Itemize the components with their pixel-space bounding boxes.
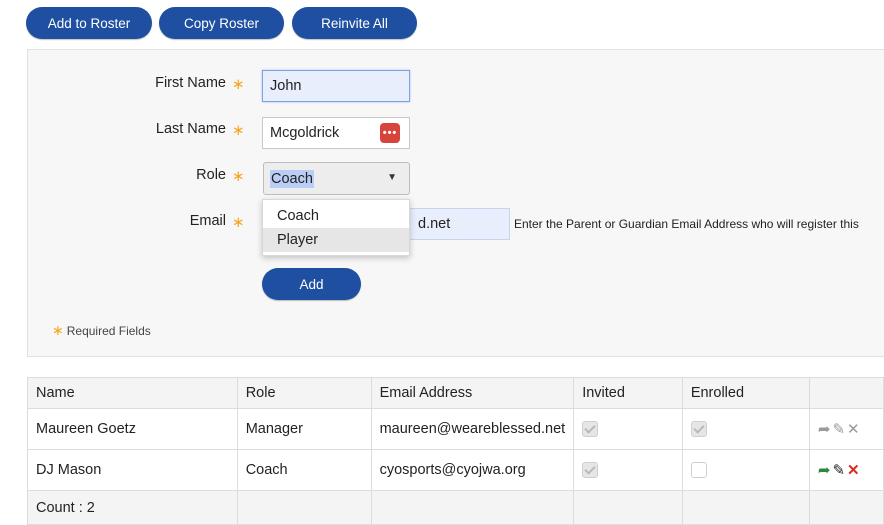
add-to-roster-button[interactable]: Add to Roster (26, 7, 152, 39)
email-hint: Enter the Parent or Guardian Email Addre… (514, 217, 859, 231)
required-star: ∗ (232, 214, 245, 231)
invited-checkbox (582, 421, 599, 438)
table-row: DJ Mason Coach cyosports@cyojwa.org ➦ ✎ ✕ (27, 449, 884, 491)
required-star: ∗ (232, 76, 245, 93)
required-fields-note: ∗ Required Fields (52, 322, 151, 338)
roster-table: Name Role Email Address Invited Enrolled… (27, 377, 884, 525)
enrolled-checkbox (690, 421, 707, 438)
col-role: Role (236, 377, 372, 409)
role-label: Role (196, 167, 226, 183)
reinvite-icon[interactable]: ➦ (818, 461, 831, 479)
reinvite-all-button[interactable]: Reinvite All (292, 7, 417, 39)
cell-role: Manager (236, 408, 372, 450)
required-star: ∗ (52, 322, 64, 338)
cell-actions: ➦ ✎ ✕ (808, 408, 884, 450)
role-dropdown-menu: Coach Player (262, 199, 410, 256)
col-invited: Invited (573, 377, 683, 409)
row-count: Count : 2 (27, 490, 238, 525)
copy-roster-button[interactable]: Copy Roster (159, 7, 284, 39)
cell-actions: ➦ ✎ ✕ (808, 449, 884, 491)
add-button[interactable]: Add (262, 268, 361, 300)
first-name-label: First Name (155, 75, 226, 91)
role-selected-value: Coach (270, 169, 314, 188)
invited-checkbox (582, 462, 599, 479)
delete-icon[interactable]: ✕ (847, 461, 860, 479)
col-enrolled: Enrolled (681, 377, 810, 409)
first-name-field[interactable] (262, 70, 410, 102)
cell-name: DJ Mason (27, 449, 238, 491)
table-header-row: Name Role Email Address Invited Enrolled (27, 377, 884, 409)
enrolled-checkbox[interactable] (690, 462, 707, 479)
required-star: ∗ (232, 122, 245, 139)
edit-icon[interactable]: ✎ (832, 461, 845, 479)
password-manager-icon[interactable]: ••• (380, 123, 400, 143)
cell-email: cyosports@cyojwa.org (370, 449, 575, 491)
cell-invited (573, 449, 683, 491)
dropdown-arrow-icon: ▼ (387, 172, 397, 183)
cell-email: maureen@weareblessed.net (370, 408, 575, 450)
delete-icon[interactable]: ✕ (847, 420, 860, 438)
col-email: Email Address (370, 377, 575, 409)
table-count-row: Count : 2 (27, 490, 884, 525)
role-option-coach[interactable]: Coach (263, 204, 409, 228)
cell-name: Maureen Goetz (27, 408, 238, 450)
edit-icon[interactable]: ✎ (832, 420, 845, 438)
cell-invited (573, 408, 683, 450)
col-name: Name (27, 377, 238, 409)
required-star: ∗ (232, 168, 245, 185)
cell-enrolled (681, 408, 810, 450)
cell-role: Coach (236, 449, 372, 491)
table-row: Maureen Goetz Manager maureen@wearebless… (27, 408, 884, 450)
last-name-label: Last Name (155, 121, 226, 137)
reinvite-icon[interactable]: ➦ (818, 420, 831, 438)
email-label: Email (189, 213, 226, 229)
col-actions (808, 377, 884, 409)
role-select[interactable]: Coach ▼ (263, 162, 410, 195)
add-member-form (27, 49, 884, 357)
role-option-player[interactable]: Player (263, 228, 409, 252)
cell-enrolled (681, 449, 810, 491)
